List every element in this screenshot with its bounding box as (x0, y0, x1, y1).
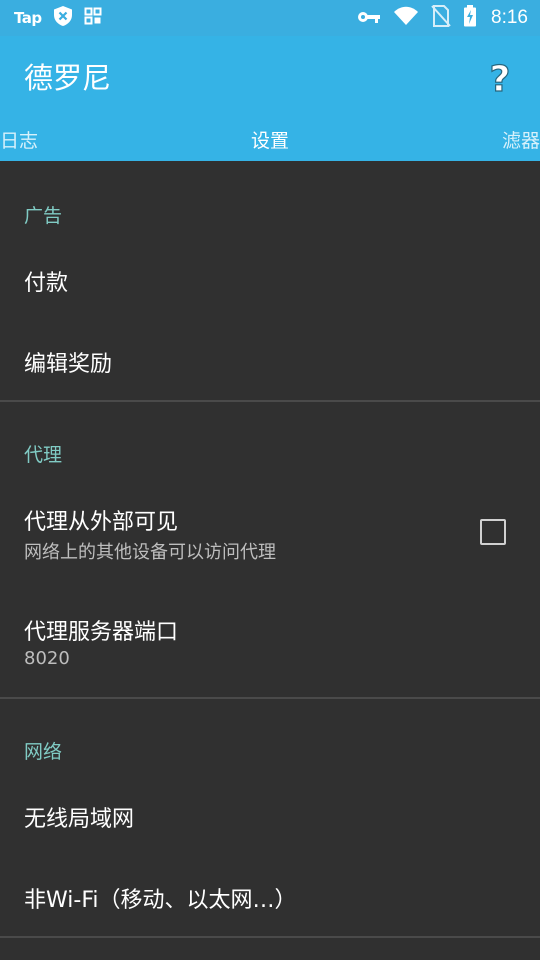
pref-proxy-port-value: 8020 (24, 648, 70, 669)
pref-wifi[interactable]: 无线局域网 (24, 801, 134, 833)
tab-bar: 日志 设置 滤器 (0, 120, 540, 161)
divider (0, 936, 540, 938)
help-button[interactable]: ? (482, 58, 518, 98)
shield-icon (52, 5, 74, 31)
svg-text:?: ? (490, 60, 511, 96)
app-title: 德罗尼 (24, 61, 112, 95)
divider (0, 400, 540, 402)
pref-non-wifi[interactable]: 非Wi-Fi（移动、以太网…） (24, 882, 297, 914)
wifi-icon (393, 6, 419, 30)
section-header-ads: 广告 (24, 205, 63, 227)
divider (0, 697, 540, 699)
tap-app-label: Tap (14, 9, 42, 27)
section-header-network: 网络 (24, 741, 63, 763)
battery-charging-icon (463, 5, 477, 31)
pref-proxy-port-title[interactable]: 代理服务器端口 (24, 614, 178, 646)
proxy-external-checkbox[interactable] (480, 519, 506, 545)
pref-edit-rewards[interactable]: 编辑奖励 (24, 346, 112, 378)
tab-filters[interactable]: 滤器 (502, 120, 540, 161)
no-sim-icon (431, 5, 451, 31)
grid-icon (84, 7, 102, 29)
status-right: 8:16 (357, 0, 528, 36)
pref-proxy-external-title[interactable]: 代理从外部可见 (24, 504, 178, 536)
tab-settings[interactable]: 设置 (0, 120, 540, 161)
settings-list[interactable]: 广告 付款 编辑奖励 代理 代理从外部可见 网络上的其他设备可以访问代理 代理服… (0, 161, 540, 960)
app-bar: 德罗尼 ? (0, 36, 540, 120)
status-bar: Tap 8:16 (0, 0, 540, 36)
key-icon (357, 9, 381, 28)
help-icon: ? (489, 60, 511, 96)
clock: 8:16 (491, 7, 528, 28)
pref-proxy-external-summary: 网络上的其他设备可以访问代理 (24, 542, 276, 563)
pref-payment[interactable]: 付款 (24, 265, 68, 297)
status-left: Tap (14, 0, 102, 36)
section-header-proxy: 代理 (24, 444, 63, 466)
